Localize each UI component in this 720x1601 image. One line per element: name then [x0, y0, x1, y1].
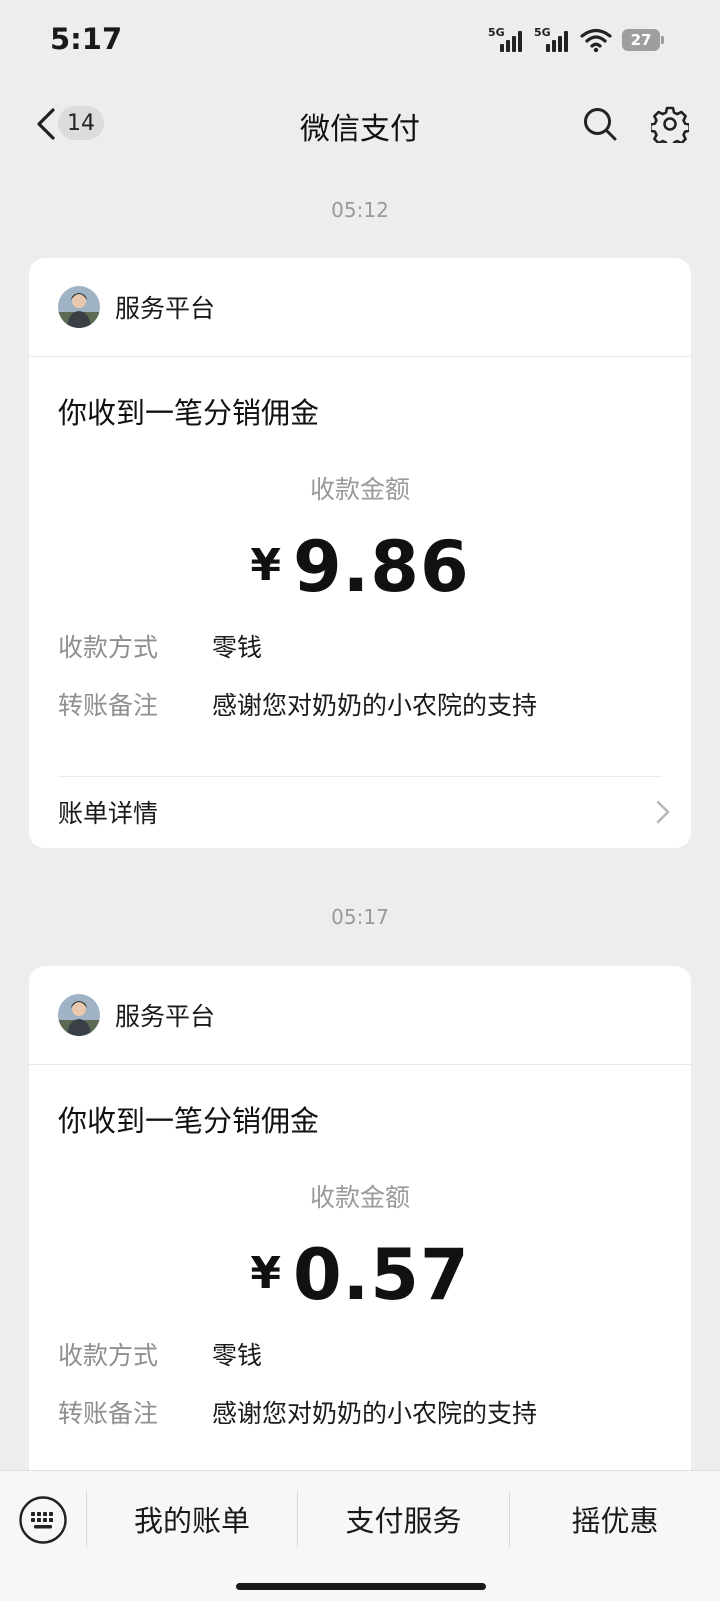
- amount-value: 9.86: [292, 526, 470, 608]
- home-indicator[interactable]: [236, 1583, 486, 1590]
- menu-shake-discounts[interactable]: 摇优惠: [510, 1491, 720, 1547]
- transfer-note-value: 感谢您对奶奶的小农院的支持: [212, 691, 538, 720]
- status-time: 5:17: [50, 22, 123, 56]
- bill-details-link[interactable]: 账单详情: [58, 782, 671, 842]
- transfer-note-row: 转账备注 感谢您对奶奶的小农院的支持: [58, 1394, 537, 1430]
- amount-label: 收款金额: [309, 1183, 410, 1212]
- cellular-signal-icon: 5G: [534, 26, 574, 54]
- card-header[interactable]: 服务平台: [29, 258, 691, 357]
- amount-display: ¥9.86: [29, 526, 691, 608]
- sender-name: 服务平台: [115, 294, 216, 323]
- search-icon: [584, 108, 617, 141]
- bottom-menu-bar: 我的账单 支付服务 摇优惠: [0, 1470, 720, 1601]
- battery-icon: 27: [622, 29, 664, 51]
- wifi-icon: [580, 28, 612, 53]
- amount-value: 0.57: [292, 1234, 470, 1316]
- amount-label: 收款金额: [309, 475, 410, 504]
- menu-payment-services[interactable]: 支付服务: [298, 1491, 509, 1547]
- payment-method-row: 收款方式 零钱: [58, 1336, 262, 1372]
- notification-title: 你收到一笔分销佣金: [58, 1104, 320, 1138]
- gear-icon: [651, 106, 689, 143]
- avatar-image: [58, 286, 100, 328]
- settings-button[interactable]: [648, 102, 692, 146]
- chevron-right-icon: [656, 800, 670, 824]
- avatar-image: [58, 994, 100, 1036]
- sender-name: 服务平台: [115, 1002, 216, 1031]
- currency-symbol: ¥: [250, 540, 281, 591]
- keyboard-toggle-button[interactable]: [18, 1495, 68, 1545]
- transfer-note-label: 转账备注: [58, 691, 159, 720]
- payment-notification-card[interactable]: 服务平台 你收到一笔分销佣金 收款金额 ¥9.86 收款方式 零钱 转账备注 感谢您…: [29, 258, 691, 848]
- status-bar: 5:17 5G 5G 27: [0, 0, 720, 84]
- message-timestamp: 05:12: [331, 198, 389, 222]
- message-timestamp: 05:17: [331, 905, 389, 929]
- transfer-note-value: 感谢您对奶奶的小农院的支持: [212, 1399, 538, 1428]
- payment-method-label: 收款方式: [58, 633, 159, 662]
- payment-method-row: 收款方式 零钱: [58, 628, 262, 664]
- avatar[interactable]: [58, 994, 100, 1036]
- transfer-note-label: 转账备注: [58, 1399, 159, 1428]
- menu-my-bills[interactable]: 我的账单: [87, 1491, 297, 1547]
- card-header[interactable]: 服务平台: [29, 966, 691, 1065]
- avatar[interactable]: [58, 286, 100, 328]
- notification-title: 你收到一笔分销佣金: [58, 396, 320, 430]
- currency-symbol: ¥: [250, 1248, 281, 1299]
- payment-method-value: 零钱: [212, 633, 263, 662]
- nav-bar: 14 微信支付: [0, 84, 720, 164]
- amount-display: ¥0.57: [29, 1234, 691, 1316]
- payment-method-value: 零钱: [212, 1341, 263, 1370]
- bill-details-label: 账单详情: [58, 799, 159, 828]
- cellular-signal-icon: 5G: [488, 26, 528, 54]
- search-button[interactable]: [578, 102, 622, 146]
- payment-notification-card[interactable]: 服务平台 你收到一笔分销佣金 收款金额 ¥0.57 收款方式 零钱 转账备注 感谢您…: [29, 966, 691, 1506]
- keyboard-icon: [19, 1496, 67, 1544]
- transfer-note-row: 转账备注 感谢您对奶奶的小农院的支持: [58, 686, 537, 722]
- payment-method-label: 收款方式: [58, 1341, 159, 1370]
- status-icons: 5G 5G 27: [488, 26, 664, 54]
- divider: [58, 776, 662, 777]
